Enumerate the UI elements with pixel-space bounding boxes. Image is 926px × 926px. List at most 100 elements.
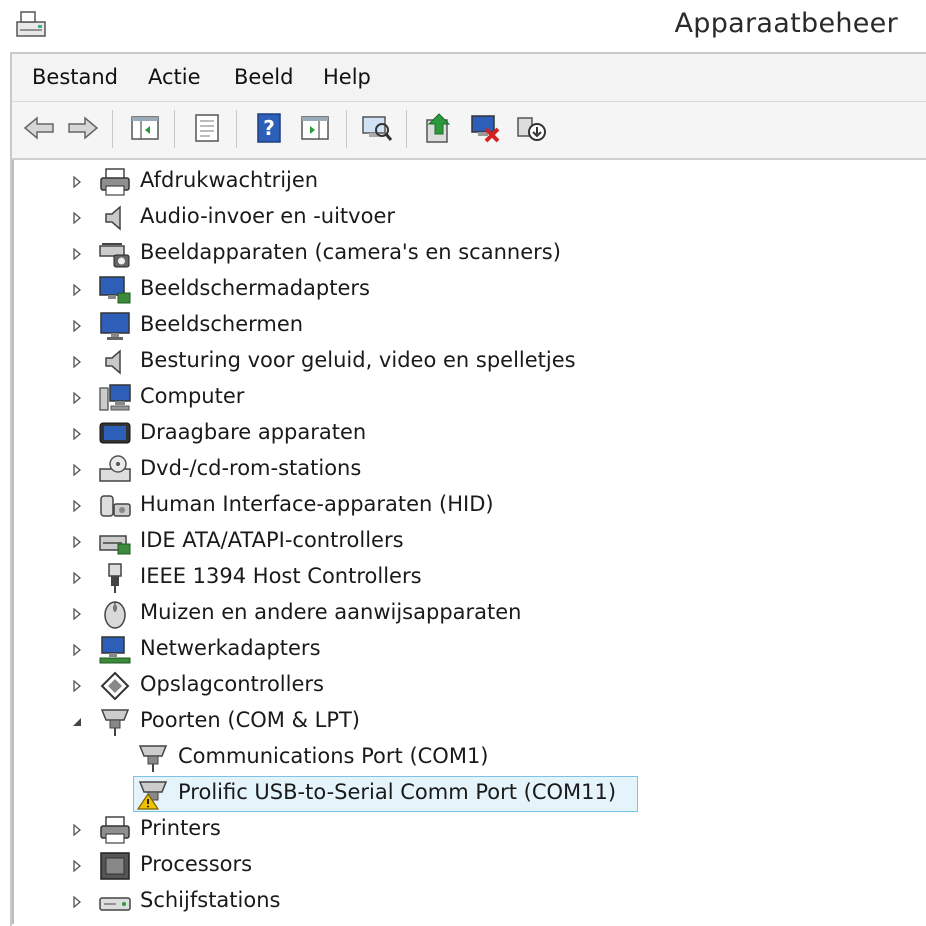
expand-arrow-icon[interactable] — [70, 643, 84, 657]
category-label: Human Interface-apparaten (HID) — [140, 492, 494, 516]
tree-category-row[interactable]: IEEE 1394 Host Controllers — [12, 560, 912, 596]
menu-actie[interactable]: Actie — [148, 65, 201, 89]
firewire-icon — [98, 562, 132, 594]
category-label: Dvd-/cd-rom-stations — [140, 456, 362, 480]
network-adapter-icon — [98, 634, 132, 666]
category-label: Muizen en andere aanwijsapparaten — [140, 600, 522, 624]
collapse-arrow-icon[interactable] — [70, 715, 84, 729]
expand-arrow-icon[interactable] — [70, 607, 84, 621]
update-driver-icon — [426, 113, 451, 143]
tree-category-row[interactable]: Poorten (COM & LPT) — [12, 704, 912, 740]
expand-arrow-icon[interactable] — [70, 355, 84, 369]
category-label: IDE ATA/ATAPI-controllers — [140, 528, 404, 552]
scan-hardware-button[interactable] — [360, 110, 394, 146]
expand-arrow-icon[interactable] — [70, 535, 84, 549]
expand-arrow-icon[interactable] — [70, 823, 84, 837]
expand-arrow-icon[interactable] — [70, 283, 84, 297]
scan-hardware-icon — [362, 116, 393, 141]
help-icon: ? — [257, 113, 281, 143]
tree-category-row[interactable]: IDE ATA/ATAPI-controllers — [12, 524, 912, 560]
tree-category-row[interactable]: Beeldapparaten (camera's en scanners) — [12, 236, 912, 272]
uninstall-button[interactable] — [468, 110, 502, 146]
tree-category-row[interactable]: Netwerkadapters — [12, 632, 912, 668]
tree-category-row[interactable]: Besturing voor geluid, video en spelletj… — [12, 344, 912, 380]
category-label: Afdrukwachtrijen — [140, 168, 319, 192]
monitor-icon — [98, 310, 132, 342]
tree-category-row[interactable]: Dvd-/cd-rom-stations — [12, 452, 912, 488]
expand-arrow-icon[interactable] — [70, 247, 84, 261]
port-icon — [98, 706, 132, 738]
toolbar-separator — [112, 110, 113, 148]
expand-arrow-icon[interactable] — [70, 211, 84, 225]
tree-category-row[interactable]: Afdrukwachtrijen — [12, 164, 912, 200]
disable-device-button[interactable] — [514, 110, 548, 146]
show-hide-tree-button[interactable] — [128, 110, 162, 146]
expand-arrow-icon[interactable] — [70, 571, 84, 585]
computer-icon — [98, 382, 132, 414]
tree-category-row[interactable]: Beeldschermen — [12, 308, 912, 344]
speaker-icon — [98, 202, 132, 234]
category-label: Processors — [140, 852, 253, 876]
tree-category-row[interactable]: Human Interface-apparaten (HID) — [12, 488, 912, 524]
svg-text:?: ? — [263, 116, 275, 140]
properties-icon — [195, 114, 219, 142]
update-driver-button[interactable] — [422, 110, 456, 146]
port-icon — [136, 742, 170, 774]
toolbar-separator — [236, 110, 237, 148]
menu-help[interactable]: Help — [323, 65, 371, 89]
help-button[interactable]: ? — [252, 110, 286, 146]
back-icon — [23, 116, 54, 140]
category-label: Netwerkadapters — [140, 636, 321, 660]
category-label: Poorten (COM & LPT) — [140, 708, 360, 732]
expand-arrow-icon[interactable] — [70, 859, 84, 873]
action-pane-button[interactable] — [298, 110, 332, 146]
hid-icon — [98, 490, 132, 522]
properties-button[interactable] — [190, 110, 224, 146]
tree-category-row[interactable]: Draagbare apparaten — [12, 416, 912, 452]
expand-arrow-icon[interactable] — [70, 895, 84, 909]
menu-bar: Bestand Actie Beeld Help — [12, 54, 926, 102]
disable-device-icon — [517, 117, 546, 141]
menu-beeld[interactable]: Beeld — [234, 65, 293, 89]
expand-arrow-icon[interactable] — [70, 427, 84, 441]
show-hide-console-tree-icon — [131, 116, 159, 140]
printer-icon — [98, 814, 132, 846]
tree-device-row[interactable]: Communications Port (COM1) — [12, 740, 912, 776]
expand-arrow-icon[interactable] — [70, 499, 84, 513]
processor-icon — [98, 850, 132, 882]
speaker-icon — [98, 346, 132, 378]
window-title: Apparaatbeheer — [674, 8, 898, 39]
tree-category-row[interactable]: Audio-invoer en -uitvoer — [12, 200, 912, 236]
category-label: Printers — [140, 816, 221, 840]
category-label: Beeldschermen — [140, 312, 304, 336]
category-label: Audio-invoer en -uitvoer — [140, 204, 395, 228]
title-bar: Apparaatbeheer — [0, 0, 926, 52]
tree-category-row[interactable]: Muizen en andere aanwijsapparaten — [12, 596, 912, 632]
tree-category-row[interactable]: Beeldschermadapters — [12, 272, 912, 308]
tree-category-row[interactable]: Opslagcontrollers — [12, 668, 912, 704]
category-label: Beeldschermadapters — [140, 276, 370, 300]
category-label: Besturing voor geluid, video en spelletj… — [140, 348, 576, 372]
tree-device-row[interactable]: Prolific USB-to-Serial Comm Port (COM11) — [12, 776, 912, 812]
display-adapter-icon — [98, 274, 132, 306]
tree-category-row[interactable]: Schijfstations — [12, 884, 912, 920]
expand-arrow-icon[interactable] — [70, 463, 84, 477]
tree-category-row[interactable]: Printers — [12, 812, 912, 848]
expand-arrow-icon[interactable] — [70, 391, 84, 405]
expand-arrow-icon[interactable] — [70, 319, 84, 333]
menu-bestand[interactable]: Bestand — [32, 65, 118, 89]
forward-button[interactable] — [66, 110, 100, 146]
expand-arrow-icon[interactable] — [70, 175, 84, 189]
device-manager-app-icon — [16, 11, 46, 37]
forward-icon — [68, 116, 99, 140]
category-label: Opslagcontrollers — [140, 672, 324, 696]
back-button[interactable] — [22, 110, 56, 146]
expand-arrow-icon[interactable] — [70, 679, 84, 693]
toolbar-separator — [406, 110, 407, 148]
category-label: IEEE 1394 Host Controllers — [140, 564, 422, 588]
tree-category-row[interactable]: Computer — [12, 380, 912, 416]
category-label: Computer — [140, 384, 245, 408]
optical-drive-icon — [98, 454, 132, 486]
tree-category-row[interactable]: Processors — [12, 848, 912, 884]
printer-icon — [98, 166, 132, 198]
